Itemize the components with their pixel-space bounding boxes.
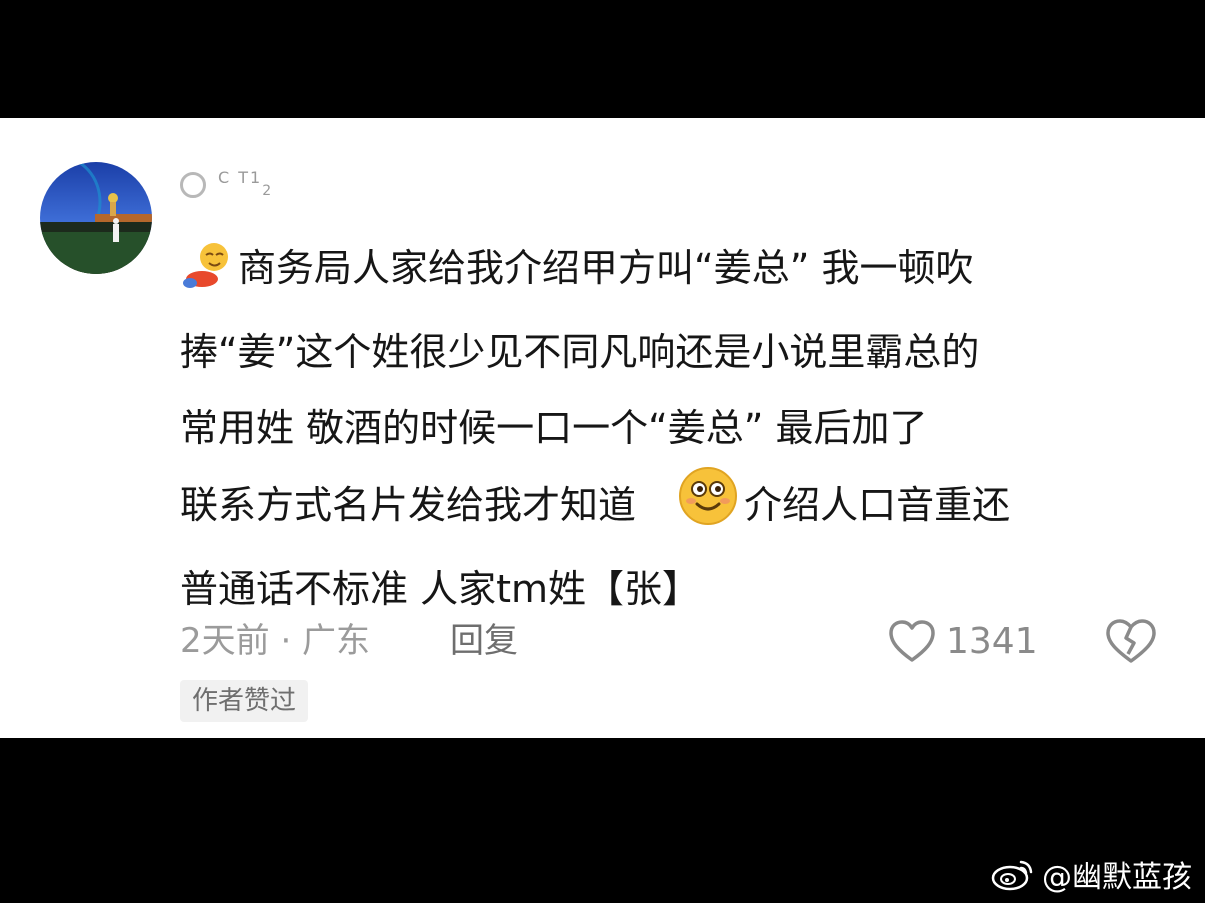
username-subscript: 2 <box>262 183 274 199</box>
comment-card: C T12 商务局人家给我介绍甲方叫“姜总” 我一顿吹 捧“姜”这个姓很少见不同… <box>0 118 1205 738</box>
watermark-text: @幽默蓝孩 <box>1042 860 1192 895</box>
author-liked-badge: 作者赞过 <box>180 680 309 722</box>
comment-meta: 2天前 · 广东 <box>180 621 371 661</box>
comment-line-4b: 介绍人口音重还 <box>744 483 1011 527</box>
comment-line-1: 商务局人家给我介绍甲方叫“姜总” 我一顿吹 <box>238 246 974 290</box>
heart-icon <box>889 620 935 662</box>
like-count: 1341 <box>946 620 1038 662</box>
lying-face-emoji-icon <box>180 238 232 314</box>
like-button[interactable]: 1341 <box>888 616 1038 666</box>
watermark: @幽默蓝孩 <box>990 852 1192 896</box>
broken-heart-icon <box>1106 619 1156 663</box>
username-main: C T1 <box>218 168 263 187</box>
circle-icon <box>180 172 206 198</box>
comment-line-2: 捧“姜”这个姓很少见不同凡响还是小说里霸总的 <box>180 330 980 374</box>
dislike-button[interactable] <box>1105 616 1157 666</box>
username[interactable]: C T12 <box>180 168 273 200</box>
comment-line-3: 常用姓 敬酒的时候一口一个“姜总” 最后加了 <box>180 406 928 450</box>
comment-line-4: 联系方式名片发给我才知道 <box>180 483 637 527</box>
username-text: C T12 <box>218 168 273 200</box>
smile-emoji-icon <box>678 466 738 551</box>
weibo-icon <box>991 860 1033 891</box>
reply-button[interactable]: 回复 <box>450 616 518 666</box>
comment-line-5: 普通话不标准 人家tm姓【张】 <box>180 567 700 611</box>
comment-text: 商务局人家给我介绍甲方叫“姜总” 我一顿吹 捧“姜”这个姓很少见不同凡响还是小说… <box>180 230 1170 627</box>
avatar[interactable] <box>40 162 152 274</box>
